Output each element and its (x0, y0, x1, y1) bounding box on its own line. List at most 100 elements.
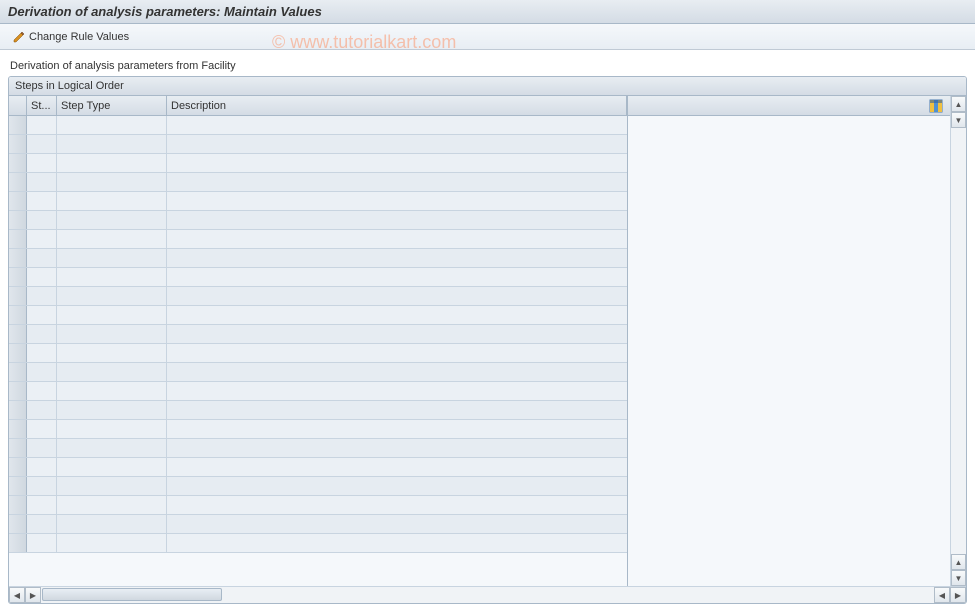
table-row[interactable] (9, 439, 627, 458)
table-row[interactable] (9, 420, 627, 439)
hscroll-right-button-end[interactable]: ▶ (950, 587, 966, 603)
cell-steptype[interactable] (57, 230, 167, 248)
row-selector[interactable] (9, 401, 27, 419)
cell-steptype[interactable] (57, 116, 167, 134)
column-header-description[interactable]: Description (167, 96, 627, 115)
cell-steptype[interactable] (57, 268, 167, 286)
row-selector[interactable] (9, 287, 27, 305)
cell-description[interactable] (167, 458, 627, 476)
cell-description[interactable] (167, 287, 627, 305)
cell-st[interactable] (27, 211, 57, 229)
cell-steptype[interactable] (57, 306, 167, 324)
cell-steptype[interactable] (57, 496, 167, 514)
cell-steptype[interactable] (57, 534, 167, 552)
cell-steptype[interactable] (57, 344, 167, 362)
row-selector[interactable] (9, 135, 27, 153)
table-settings-button[interactable] (928, 98, 944, 114)
cell-description[interactable] (167, 116, 627, 134)
column-header-st[interactable]: St... (27, 96, 57, 115)
hscroll-left-button[interactable]: ◀ (9, 587, 25, 603)
cell-description[interactable] (167, 249, 627, 267)
table-row[interactable] (9, 211, 627, 230)
cell-st[interactable] (27, 344, 57, 362)
cell-st[interactable] (27, 287, 57, 305)
cell-st[interactable] (27, 306, 57, 324)
cell-description[interactable] (167, 154, 627, 172)
table-row[interactable] (9, 154, 627, 173)
cell-st[interactable] (27, 439, 57, 457)
scroll-up-button[interactable]: ▲ (951, 96, 966, 112)
cell-steptype[interactable] (57, 211, 167, 229)
cell-description[interactable] (167, 325, 627, 343)
cell-steptype[interactable] (57, 249, 167, 267)
row-selector[interactable] (9, 211, 27, 229)
cell-steptype[interactable] (57, 458, 167, 476)
cell-steptype[interactable] (57, 439, 167, 457)
table-row[interactable] (9, 135, 627, 154)
cell-steptype[interactable] (57, 135, 167, 153)
cell-description[interactable] (167, 496, 627, 514)
cell-description[interactable] (167, 173, 627, 191)
table-row[interactable] (9, 477, 627, 496)
cell-steptype[interactable] (57, 382, 167, 400)
cell-steptype[interactable] (57, 287, 167, 305)
row-selector[interactable] (9, 249, 27, 267)
cell-description[interactable] (167, 230, 627, 248)
vertical-scrollbar[interactable]: ▲ ▼ ▲ ▼ (950, 96, 966, 586)
cell-description[interactable] (167, 477, 627, 495)
cell-description[interactable] (167, 306, 627, 324)
table-row[interactable] (9, 534, 627, 553)
cell-st[interactable] (27, 268, 57, 286)
table-row[interactable] (9, 401, 627, 420)
cell-steptype[interactable] (57, 401, 167, 419)
cell-description[interactable] (167, 363, 627, 381)
row-selector[interactable] (9, 344, 27, 362)
cell-st[interactable] (27, 249, 57, 267)
horizontal-scrollbar[interactable]: ◀ ▶ ◀ ▶ (9, 586, 966, 603)
scroll-up-button-bottom[interactable]: ▲ (951, 554, 966, 570)
row-selector[interactable] (9, 458, 27, 476)
row-selector[interactable] (9, 268, 27, 286)
cell-st[interactable] (27, 401, 57, 419)
cell-steptype[interactable] (57, 192, 167, 210)
table-row[interactable] (9, 116, 627, 135)
cell-st[interactable] (27, 154, 57, 172)
cell-description[interactable] (167, 211, 627, 229)
hscroll-thumb[interactable] (42, 588, 222, 601)
cell-steptype[interactable] (57, 363, 167, 381)
cell-description[interactable] (167, 344, 627, 362)
cell-description[interactable] (167, 268, 627, 286)
change-rule-values-button[interactable]: Change Rule Values (4, 28, 138, 46)
cell-description[interactable] (167, 401, 627, 419)
table-row[interactable] (9, 306, 627, 325)
cell-st[interactable] (27, 477, 57, 495)
cell-st[interactable] (27, 135, 57, 153)
cell-steptype[interactable] (57, 154, 167, 172)
cell-st[interactable] (27, 382, 57, 400)
cell-st[interactable] (27, 496, 57, 514)
cell-st[interactable] (27, 192, 57, 210)
table-row[interactable] (9, 325, 627, 344)
row-selector[interactable] (9, 192, 27, 210)
row-selector[interactable] (9, 420, 27, 438)
row-selector[interactable] (9, 382, 27, 400)
hscroll-track[interactable] (42, 587, 933, 603)
cell-steptype[interactable] (57, 325, 167, 343)
cell-st[interactable] (27, 325, 57, 343)
cell-description[interactable] (167, 382, 627, 400)
cell-st[interactable] (27, 534, 57, 552)
row-selector[interactable] (9, 306, 27, 324)
row-selector[interactable] (9, 230, 27, 248)
row-selector[interactable] (9, 439, 27, 457)
table-row[interactable] (9, 496, 627, 515)
cell-steptype[interactable] (57, 173, 167, 191)
cell-st[interactable] (27, 173, 57, 191)
row-selector[interactable] (9, 534, 27, 552)
column-header-steptype[interactable]: Step Type (57, 96, 167, 115)
cell-steptype[interactable] (57, 420, 167, 438)
row-selector[interactable] (9, 173, 27, 191)
cell-description[interactable] (167, 135, 627, 153)
row-selector[interactable] (9, 515, 27, 533)
table-row[interactable] (9, 515, 627, 534)
table-row[interactable] (9, 458, 627, 477)
